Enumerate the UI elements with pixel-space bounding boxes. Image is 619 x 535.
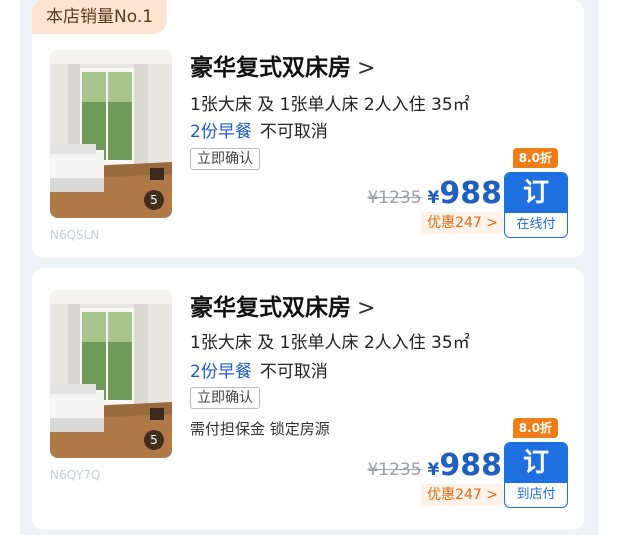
original-price: ¥1235 [367,188,422,208]
book-button[interactable]: 订 在线付 [504,172,568,238]
original-price: ¥1235 [367,460,422,480]
bed-info: 1张大床 及 1张单人床 2人入住 35㎡ [190,333,470,353]
current-price: 988 [439,176,502,211]
deposit-note: 需付担保金 锁定房源 [190,420,330,438]
price-row: ¥1235 ¥988 [367,176,502,211]
instant-confirm-tag: 立即确认 [190,387,260,409]
payment-method: 到店付 [516,487,556,502]
payment-method: 在线付 [516,217,556,232]
price-row: ¥1235 ¥988 [367,448,502,483]
room-title[interactable]: 豪华复式双床房 > [190,288,375,322]
cancel-policy: 不可取消 [259,362,328,382]
room-card[interactable]: 5 N6QY7Q 豪华复式双床房 > 1张大床 及 1张单人床 2人入住 35㎡ … [32,268,584,530]
savings-link[interactable]: 优惠247 > [421,212,504,234]
book-button[interactable]: 订 到店付 [504,442,568,508]
room-code: N6QSLN [50,228,100,242]
room-photo[interactable]: 5 [50,290,172,458]
policy-line: 2份早餐 不可取消 [190,117,328,142]
policy-line: 2份早餐 不可取消 [190,357,328,382]
discount-badge: 8.0折 [512,418,558,438]
room-name: 豪华复式双床房 [190,295,351,321]
breakfast-info: 2份早餐 [190,362,252,382]
instant-confirm-tag: 立即确认 [190,148,260,170]
room-name: 豪华复式双床房 [190,55,351,81]
chevron-right-icon: > [357,296,376,321]
chevron-right-icon: > [357,56,376,81]
breakfast-info: 2份早餐 [190,122,252,142]
room-list: 本店销量No.1 5 N6QSLN 豪华复式双床房 > 1张大床 及 1张单人床… [20,0,598,535]
currency-symbol: ¥ [427,460,440,480]
book-label: 订 [505,443,567,483]
current-price: 988 [439,448,502,483]
photo-count-badge: 5 [144,430,164,450]
savings-link[interactable]: 优惠247 > [421,484,504,506]
currency-symbol: ¥ [427,188,440,208]
room-card[interactable]: 本店销量No.1 5 N6QSLN 豪华复式双床房 > 1张大床 及 1张单人床… [32,0,584,258]
book-label: 订 [505,173,567,213]
bestseller-badge: 本店销量No.1 [32,0,168,34]
room-code: N6QY7Q [50,468,101,482]
cancel-policy: 不可取消 [259,122,328,142]
room-title[interactable]: 豪华复式双床房 > [190,48,375,82]
discount-badge: 8.0折 [512,148,558,168]
photo-count-badge: 5 [144,190,164,210]
room-photo[interactable]: 5 [50,50,172,218]
bed-info: 1张大床 及 1张单人床 2人入住 35㎡ [190,95,470,115]
